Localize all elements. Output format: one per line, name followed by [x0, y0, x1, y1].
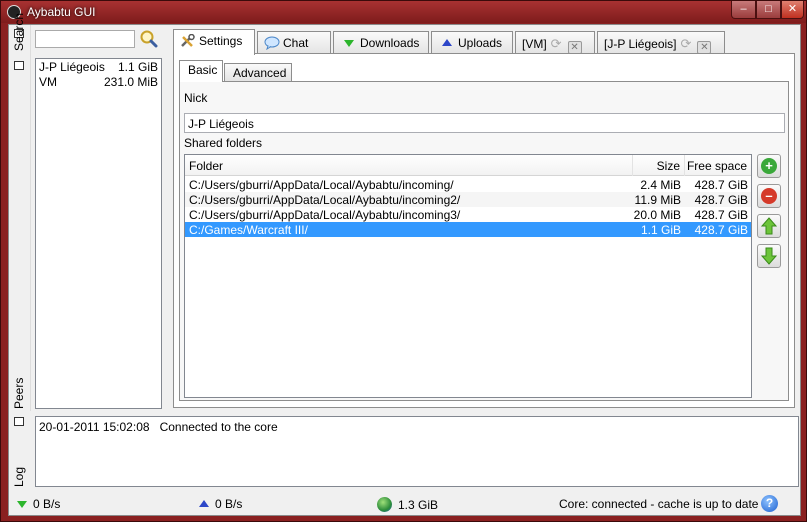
tab-uploads[interactable]: Uploads	[431, 31, 513, 54]
log-timestamp: 20-01-2011 15:02:08	[39, 420, 150, 434]
peer-item[interactable]: J-P Liégeois 1.1 GiB	[36, 59, 161, 74]
peer-size: 231.0 MiB	[103, 75, 158, 89]
minus-icon: –	[761, 188, 777, 204]
table-header: Folder Size Free space	[185, 155, 751, 176]
maximize-button[interactable]: □	[756, 1, 781, 19]
shared-folders-table: Folder Size Free space C:/Users/gburri/A…	[184, 154, 752, 398]
core-status: Core: connected - cache is up to date	[559, 497, 759, 511]
shared-total: 1.3 GiB	[377, 497, 438, 512]
undock-log-icon[interactable]	[14, 417, 24, 426]
table-row[interactable]: C:/Users/gburri/AppData/Local/Aybabtu/in…	[185, 207, 751, 222]
loading-icon: ⟳	[550, 36, 562, 51]
folder-path: C:/Users/gburri/AppData/Local/Aybabtu/in…	[189, 208, 461, 222]
tab-chat[interactable]: Chat	[257, 31, 331, 54]
upload-arrow-icon	[199, 500, 209, 507]
peer-item[interactable]: VM 231.0 MiB	[36, 74, 161, 89]
shared-folders-label: Shared folders	[184, 136, 263, 150]
loading-icon: ⟳	[680, 36, 692, 51]
folder-size: 2.4 MiB	[640, 178, 681, 192]
folder-size: 20.0 MiB	[633, 208, 681, 222]
window-title: Aybabtu GUI	[27, 5, 96, 19]
basic-settings-panel: Nick J-P Liégeois Shared folders Folder …	[179, 81, 789, 401]
nick-field[interactable]: J-P Liégeois	[184, 113, 785, 133]
tab-peer-jp-label: [J-P Liégeois]	[604, 37, 677, 51]
column-header-free-space[interactable]: Free space	[685, 155, 751, 176]
table-row-selected[interactable]: C:/Games/Warcraft III/ 1.1 GiB 428.7 GiB	[185, 222, 751, 237]
download-arrow-icon	[17, 501, 27, 508]
download-rate-value: 0 B/s	[33, 497, 61, 511]
folder-path: C:/Users/gburri/AppData/Local/Aybabtu/in…	[189, 193, 461, 207]
download-rate: 0 B/s	[17, 497, 60, 511]
tab-downloads-label: Downloads	[360, 36, 420, 50]
shared-total-value: 1.3 GiB	[398, 498, 439, 512]
arrow-up-icon	[761, 217, 777, 235]
chat-bubble-icon	[264, 36, 280, 50]
peers-list: J-P Liégeois 1.1 GiB VM 231.0 MiB	[35, 58, 162, 409]
upload-rate-value: 0 B/s	[215, 497, 243, 511]
tab-peer-jp[interactable]: [J-P Liégeois] ⟳ ✕	[597, 31, 725, 54]
settings-panel: Basic Advanced Nick J-P Liégeois Shared …	[173, 53, 795, 408]
folder-free-space: 428.7 GiB	[694, 208, 748, 222]
peer-size: 1.1 GiB	[117, 60, 158, 74]
download-arrow-icon	[344, 40, 354, 47]
main-client-area: Search Peers J-P Liégeois 1.1 GiB VM 231…	[8, 13, 801, 516]
search-icon[interactable]	[140, 30, 158, 48]
subtab-basic[interactable]: Basic	[179, 60, 223, 82]
table-row[interactable]: C:/Users/gburri/AppData/Local/Aybabtu/in…	[185, 177, 751, 192]
log-panel: 20-01-2011 15:02:08 Connected to the cor…	[35, 416, 799, 487]
minimize-button[interactable]: –	[731, 1, 756, 19]
folder-free-space: 428.7 GiB	[694, 178, 748, 192]
folder-size: 1.1 GiB	[640, 223, 681, 237]
upload-arrow-icon	[442, 39, 452, 46]
main-tab-bar: Settings Chat Downloads Uploads [VM] ⟳ ✕ […	[173, 29, 793, 55]
peer-name: VM	[39, 75, 57, 89]
folder-path: C:/Games/Warcraft III/	[189, 223, 308, 237]
title-bar: Aybabtu GUI – □ ✕	[1, 1, 806, 23]
move-up-button[interactable]	[757, 214, 781, 238]
column-header-size[interactable]: Size	[633, 155, 685, 176]
peer-name: J-P Liégeois	[39, 60, 105, 74]
log-entry: 20-01-2011 15:02:08 Connected to the cor…	[39, 420, 278, 434]
help-icon[interactable]: ?	[761, 495, 778, 512]
tab-uploads-label: Uploads	[458, 36, 503, 50]
peers-dock-label[interactable]: Peers	[12, 378, 26, 409]
column-header-folder[interactable]: Folder	[185, 155, 633, 176]
tab-peer-vm[interactable]: [VM] ⟳ ✕	[515, 31, 595, 54]
arrow-down-icon	[761, 247, 777, 265]
status-bar: 0 B/s 0 B/s 1.3 GiB Core: connected - ca…	[9, 492, 800, 516]
undock-peers-icon[interactable]	[14, 61, 24, 70]
log-dock-strip: Log	[9, 413, 31, 489]
search-dock-label[interactable]: Search	[12, 13, 26, 51]
settings-tools-icon	[181, 34, 195, 47]
tab-downloads[interactable]: Downloads	[333, 31, 429, 54]
nick-label: Nick	[184, 91, 208, 105]
tab-peer-vm-label: [VM]	[522, 37, 547, 51]
move-down-button[interactable]	[757, 244, 781, 268]
app-window: Aybabtu GUI – □ ✕ Search Peers J-P Liége…	[0, 0, 807, 522]
upload-rate: 0 B/s	[199, 497, 242, 511]
left-dock-strip: Search Peers	[9, 13, 31, 411]
close-button[interactable]: ✕	[781, 1, 804, 19]
tab-settings-label: Settings	[199, 34, 243, 48]
globe-icon	[377, 497, 392, 512]
log-message: Connected to the core	[159, 420, 278, 434]
folder-free-space: 428.7 GiB	[694, 193, 748, 207]
table-row[interactable]: C:/Users/gburri/AppData/Local/Aybabtu/in…	[185, 192, 751, 207]
tab-chat-label: Chat	[283, 36, 309, 50]
remove-folder-button[interactable]: –	[757, 184, 781, 208]
plus-icon: +	[761, 158, 777, 174]
folder-size: 11.9 MiB	[634, 193, 681, 207]
folder-path: C:/Users/gburri/AppData/Local/Aybabtu/in…	[189, 178, 454, 192]
log-dock-label[interactable]: Log	[12, 467, 26, 487]
subtab-advanced[interactable]: Advanced	[224, 63, 292, 81]
tab-settings[interactable]: Settings	[173, 29, 255, 55]
search-input[interactable]	[35, 30, 135, 48]
add-folder-button[interactable]: +	[757, 154, 781, 178]
folder-free-space: 428.7 GiB	[694, 223, 748, 237]
